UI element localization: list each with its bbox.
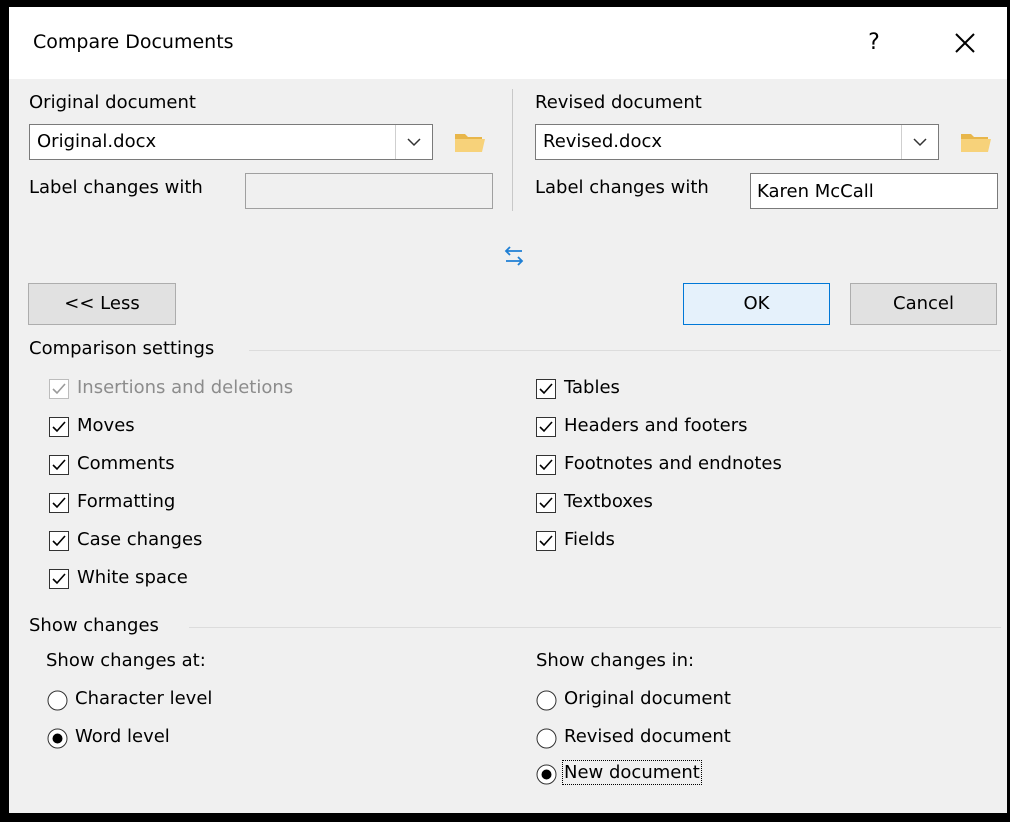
checkbox-icon	[536, 379, 556, 399]
checkbox-icon	[49, 531, 69, 551]
close-button[interactable]	[945, 25, 985, 61]
browse-original-folder-icon[interactable]	[452, 127, 488, 157]
show-changes-divider	[189, 627, 1001, 628]
original-document-combo[interactable]: Original.docx	[29, 124, 433, 160]
checkbox-label: Insertions and deletions	[77, 377, 294, 398]
checkbox-icon	[536, 455, 556, 475]
checkbox-icon	[536, 417, 556, 437]
chevron-down-icon[interactable]	[901, 125, 938, 159]
revised-label-field[interactable]: Karen McCall	[750, 173, 998, 209]
vertical-divider	[512, 89, 513, 211]
compare-documents-dialog: Compare Documents ? Original document Or…	[9, 7, 1007, 813]
revised-document-heading: Revised document	[535, 92, 702, 113]
show-changes-at-label: Show changes at:	[46, 650, 206, 671]
cancel-button[interactable]: Cancel	[850, 283, 997, 325]
ok-button[interactable]: OK	[683, 283, 830, 325]
radio-icon	[47, 690, 68, 711]
chevron-down-icon[interactable]	[395, 125, 432, 159]
radio-icon	[536, 690, 557, 711]
revised-document-value: Revised.docx	[543, 131, 663, 152]
checkbox-label: Case changes	[77, 529, 203, 550]
checkbox-icon	[49, 455, 69, 475]
checkbox-label: Fields	[564, 529, 615, 550]
swap-documents-icon[interactable]	[501, 243, 527, 269]
radio-icon	[47, 728, 68, 749]
radio-label: Character level	[75, 688, 213, 709]
browse-revised-folder-icon[interactable]	[958, 127, 994, 157]
close-icon	[955, 33, 975, 53]
checkbox-label: Headers and footers	[564, 415, 748, 436]
revised-label-changes-with: Label changes with	[535, 177, 709, 198]
checkbox-icon	[49, 569, 69, 589]
checkbox-icon	[49, 379, 69, 399]
checkbox-label: Comments	[77, 453, 175, 474]
checkbox-label: Textboxes	[564, 491, 653, 512]
checkbox-label: Moves	[77, 415, 135, 436]
original-document-value: Original.docx	[37, 131, 157, 152]
original-label-field	[245, 173, 493, 209]
comparison-settings-divider	[249, 350, 1001, 351]
original-document-heading: Original document	[29, 92, 196, 113]
revised-document-combo[interactable]: Revised.docx	[535, 124, 939, 160]
radio-label: Original document	[564, 688, 731, 709]
radio-label: Revised document	[564, 726, 731, 747]
checkbox-label: Formatting	[77, 491, 176, 512]
radio-label: Word level	[75, 726, 170, 747]
checkbox-icon	[49, 493, 69, 513]
show-changes-in-label: Show changes in:	[536, 650, 695, 671]
less-button[interactable]: << Less	[28, 283, 176, 325]
show-changes-title: Show changes	[29, 615, 159, 636]
radio-icon	[536, 764, 557, 785]
comparison-settings-title: Comparison settings	[29, 338, 215, 359]
radio-icon	[536, 728, 557, 749]
checkbox-icon	[536, 493, 556, 513]
checkbox-label: White space	[77, 567, 188, 588]
checkbox-icon	[49, 417, 69, 437]
checkbox-icon	[536, 531, 556, 551]
checkbox-label: Footnotes and endnotes	[564, 453, 782, 474]
radio-label: New document	[562, 760, 702, 785]
checkbox-label: Tables	[564, 377, 620, 398]
dialog-title: Compare Documents	[33, 31, 234, 53]
title-bar: Compare Documents ?	[9, 7, 1007, 79]
help-button[interactable]: ?	[859, 25, 889, 61]
original-label-changes-with: Label changes with	[29, 177, 203, 198]
